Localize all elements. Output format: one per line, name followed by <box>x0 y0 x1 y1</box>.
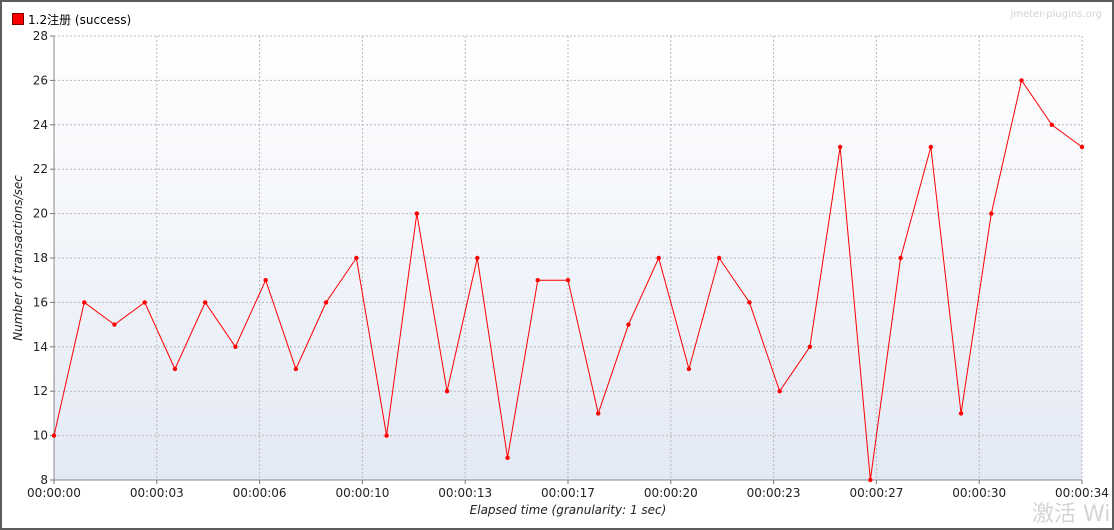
y-tick-label: 20 <box>33 207 48 221</box>
x-tick-label: 00:00:30 <box>952 486 1006 500</box>
y-tick-label: 8 <box>40 473 48 487</box>
x-axis-label: Elapsed time (granularity: 1 sec) <box>470 503 667 517</box>
x-tick-label: 00:00:03 <box>130 486 184 500</box>
data-point <box>807 344 813 349</box>
x-tick-label: 00:00:23 <box>747 486 801 500</box>
data-point <box>1019 78 1024 83</box>
data-point <box>777 389 782 394</box>
data-point <box>837 144 843 150</box>
x-tick-label: 00:00:00 <box>27 486 81 500</box>
data-point <box>202 300 208 305</box>
data-point <box>142 300 147 305</box>
data-point <box>112 322 117 327</box>
os-activation-watermark: 激活 Wi <box>1032 502 1111 527</box>
x-tick-label: 00:00:06 <box>233 486 287 500</box>
x-tick-label: 00:00:17 <box>541 486 595 500</box>
data-point <box>989 211 994 216</box>
data-point <box>958 411 964 416</box>
x-tick-label: 00:00:10 <box>335 486 389 500</box>
y-ticks: 8 10 12 14 16 18 20 22 24 26 28 <box>33 29 54 487</box>
data-point <box>82 300 87 305</box>
x-tick-label: 00:00:13 <box>438 486 492 500</box>
y-axis-label: Number of transactions/sec <box>11 175 25 341</box>
data-point <box>172 366 178 372</box>
data-point <box>51 433 57 438</box>
y-tick-label: 24 <box>33 118 48 132</box>
data-point <box>414 211 420 216</box>
chart-panel: 1.2注册 (success) jmeter-plugins.org 8 10 12… <box>0 0 1114 530</box>
data-point <box>716 255 722 261</box>
y-tick-label: 22 <box>33 162 48 176</box>
y-tick-label: 16 <box>33 295 48 309</box>
data-point <box>263 278 268 283</box>
data-point <box>928 144 934 150</box>
data-point <box>565 278 571 283</box>
data-point <box>656 255 661 261</box>
data-point <box>626 322 631 327</box>
data-point <box>444 389 450 394</box>
data-point <box>596 411 601 416</box>
data-point <box>747 300 752 305</box>
line-chart: 810121416182022242628 00:00:00 00:00:03 00… <box>11 29 1109 517</box>
data-point <box>1079 144 1085 150</box>
data-point <box>384 433 389 438</box>
data-point <box>868 477 873 483</box>
data-point <box>323 300 329 305</box>
data-point <box>293 366 299 372</box>
x-tick-label: 00:00:27 <box>849 486 903 500</box>
data-point <box>1049 122 1054 128</box>
y-tick-label: 18 <box>33 251 48 265</box>
y-tick-label: 28 <box>33 29 48 43</box>
data-point <box>535 278 540 283</box>
data-point <box>686 366 692 372</box>
data-point <box>475 255 480 261</box>
y-tick-label: 26 <box>33 73 48 87</box>
y-tick-label: 12 <box>33 384 48 398</box>
data-point <box>505 455 510 460</box>
x-tick-label: 00:00:20 <box>644 486 698 500</box>
data-point <box>354 255 359 261</box>
y-tick-label: 14 <box>33 340 48 354</box>
data-point <box>898 255 903 261</box>
x-ticks: 00:00:00 00:00:03 00:00:06 00:00:10 00:00:13… <box>27 480 1109 500</box>
data-point <box>233 344 238 349</box>
y-tick-label: 10 <box>33 429 48 443</box>
